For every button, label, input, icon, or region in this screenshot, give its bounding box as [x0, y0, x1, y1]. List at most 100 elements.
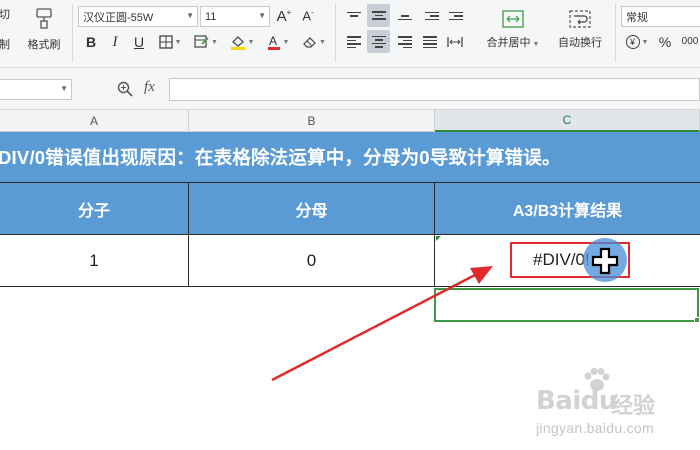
align-middle-button[interactable]	[367, 4, 390, 27]
header-cell-numerator[interactable]: 分子	[0, 183, 189, 235]
eraser-icon	[303, 37, 316, 48]
currency-button[interactable]: ¥ ▼	[622, 32, 652, 52]
chevron-down-icon: ▼	[60, 84, 68, 93]
cell-value: 1	[89, 250, 99, 270]
wrap-text-icon	[569, 10, 591, 28]
border-button[interactable]: ▼	[156, 33, 184, 51]
cell-style-icon	[194, 35, 209, 48]
chevron-down-icon: ▼	[282, 38, 290, 46]
increase-font-button[interactable]: A+	[274, 6, 294, 26]
ribbon-separator	[72, 4, 73, 62]
chevron-down-icon: ▼	[258, 11, 266, 20]
fill-color-button[interactable]: ▼	[228, 33, 256, 51]
svg-text:A: A	[269, 34, 277, 48]
align-center-icon	[371, 35, 386, 49]
column-header-c[interactable]: C	[435, 110, 700, 132]
selected-cell-c4[interactable]	[434, 288, 699, 322]
ribbon-separator	[615, 4, 616, 62]
wrap-text-label: 自动换行	[558, 37, 602, 49]
merged-title-cell[interactable]: DIV/0错误值出现原因：在表格除法运算中，分母为0导致计算错误。	[0, 132, 700, 183]
formula-input[interactable]	[169, 78, 700, 101]
underline-icon: U	[133, 34, 145, 50]
percent-icon: %	[658, 34, 672, 50]
merge-center-text: 合并居中 ▼	[487, 34, 540, 50]
align-center-button[interactable]	[367, 30, 390, 53]
distribute-button[interactable]	[444, 32, 466, 52]
increase-indent-button[interactable]	[446, 6, 466, 26]
align-left-icon	[347, 35, 361, 49]
increase-indent-icon	[449, 9, 463, 23]
copy-label: 复制	[0, 39, 10, 51]
align-right-icon	[398, 35, 412, 49]
align-top-icon	[347, 9, 361, 23]
watermark-url: jingyan.baidu.com	[536, 420, 654, 436]
distribute-icon	[447, 37, 463, 47]
bold-button[interactable]: B	[82, 33, 100, 51]
align-left-button[interactable]	[344, 32, 364, 52]
font-name-select[interactable]: 汉仪正圆-55W ▼	[78, 6, 198, 27]
header-cell-result[interactable]: A3/B3计算结果	[435, 183, 700, 235]
fx-button[interactable]: fx	[144, 79, 155, 96]
cut-label: 剪切	[0, 9, 10, 21]
align-right-button[interactable]	[395, 32, 415, 52]
chevron-down-icon: ▼	[532, 41, 540, 48]
align-bottom-icon	[398, 9, 412, 23]
number-format-select[interactable]: 常规	[621, 6, 700, 27]
column-header-b[interactable]: B	[189, 110, 435, 132]
fill-handle[interactable]	[694, 317, 700, 323]
number-format-value: 常规	[626, 11, 648, 24]
format-painter-icon	[36, 7, 52, 29]
chevron-down-icon: ▼	[247, 38, 255, 46]
font-color-button[interactable]: A ▼	[264, 33, 292, 51]
header-label: 分母	[295, 202, 328, 220]
decrease-indent-button[interactable]	[422, 6, 442, 26]
decrease-font-icon: A-	[302, 8, 314, 24]
thousands-button[interactable]: 000	[680, 32, 700, 52]
cut-button[interactable]: 剪切	[0, 6, 20, 22]
percent-button[interactable]: %	[656, 32, 674, 52]
border-icon	[158, 35, 173, 49]
merge-center-button[interactable]: 合并居中 ▼	[482, 6, 544, 54]
column-header-a[interactable]: A	[0, 110, 189, 132]
header-label: A3/B3计算结果	[512, 202, 623, 220]
wrap-text-button[interactable]: 自动换行	[550, 6, 610, 54]
justify-button[interactable]	[420, 32, 440, 52]
bold-icon: B	[85, 34, 97, 50]
increase-font-icon: A+	[276, 7, 292, 25]
error-indicator-triangle[interactable]	[436, 236, 441, 241]
name-box[interactable]: ▼	[0, 79, 72, 100]
underline-button[interactable]: U	[130, 33, 148, 51]
chevron-down-icon: ▼	[211, 38, 218, 46]
chevron-down-icon: ▼	[174, 38, 182, 46]
clear-button[interactable]: ▼	[300, 33, 328, 51]
decrease-font-button[interactable]: A-	[298, 6, 318, 26]
font-size-select[interactable]: 11 ▼	[200, 6, 270, 27]
copy-button[interactable]: 复制	[0, 36, 20, 52]
column-label: A	[89, 114, 98, 128]
align-bottom-button[interactable]	[395, 6, 415, 26]
header-cell-denominator[interactable]: 分母	[189, 183, 435, 235]
cell-style-button[interactable]: ▼	[192, 33, 220, 51]
cross-cursor-icon	[591, 247, 619, 275]
currency-icon: ¥	[625, 35, 640, 49]
italic-icon: I	[112, 33, 118, 50]
format-painter-label: 格式刷	[27, 38, 61, 51]
chevron-down-icon: ▼	[186, 11, 194, 20]
watermark-brand: Baidu	[536, 386, 617, 416]
zoom-icon[interactable]	[117, 81, 133, 97]
banner-text: DIV/0错误值出现原因：在表格除法运算中，分母为0导致计算错误。	[0, 147, 561, 168]
fill-bucket-icon	[230, 36, 245, 50]
align-middle-icon	[371, 9, 386, 23]
cell-b3[interactable]: 0	[189, 235, 435, 287]
cell-value: 0	[306, 250, 317, 270]
justify-icon	[423, 35, 437, 49]
format-painter-button[interactable]: 格式刷	[22, 4, 66, 54]
align-top-button[interactable]	[344, 6, 364, 26]
font-color-icon: A	[267, 34, 280, 50]
column-label: B	[307, 114, 316, 128]
ribbon-toolbar: 剪切 复制 格式刷 汉仪正圆-55W ▼ 11 ▼ A+ A- B I U ▼	[0, 0, 700, 68]
cell-a3[interactable]: 1	[0, 235, 189, 287]
italic-button[interactable]: I	[106, 33, 124, 51]
merge-center-label: 合并居中	[486, 37, 531, 49]
header-label: 分子	[77, 202, 110, 220]
